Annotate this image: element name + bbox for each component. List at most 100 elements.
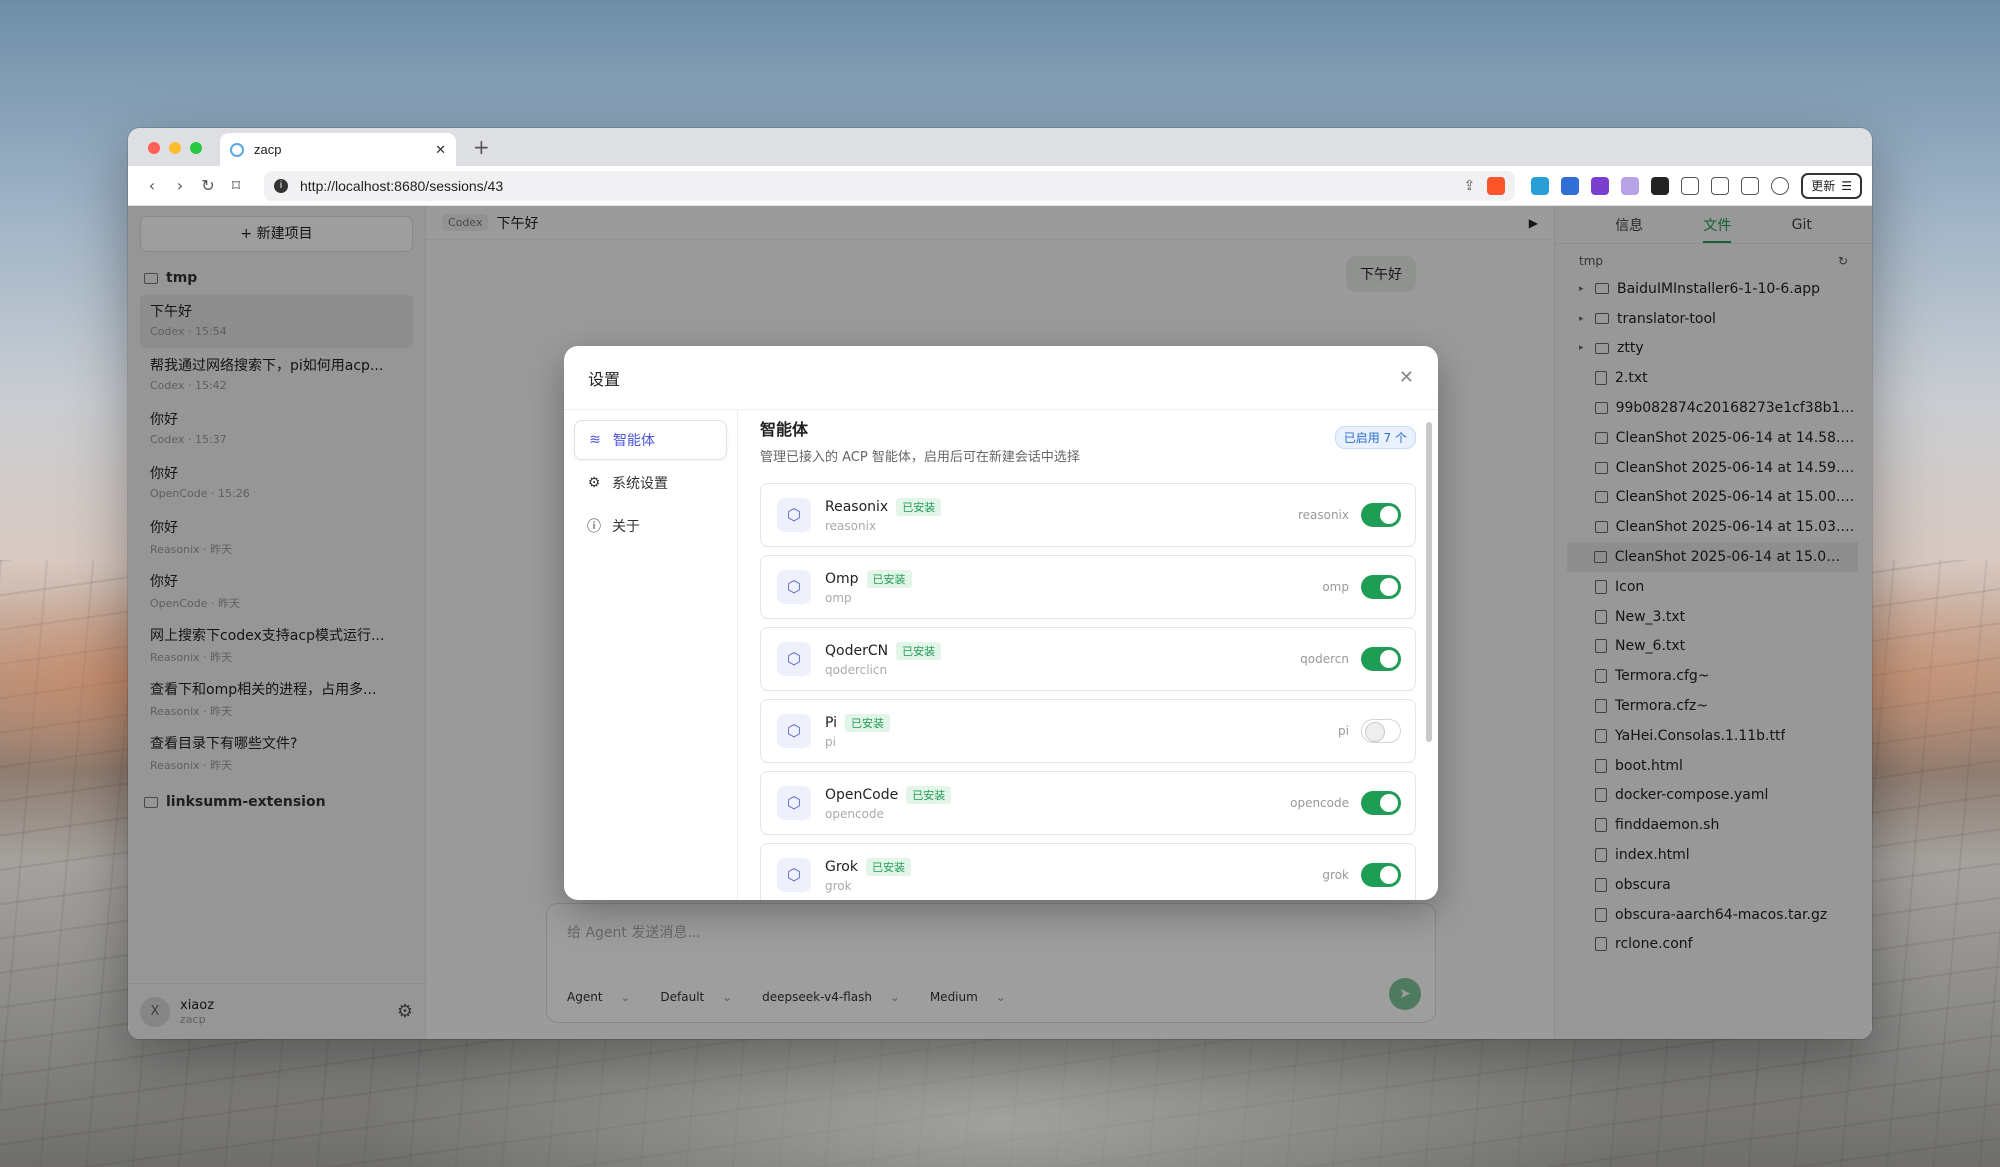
agent-enable-toggle[interactable] bbox=[1361, 719, 1401, 743]
gear-icon: ⚙ bbox=[587, 475, 601, 491]
window-controls bbox=[148, 142, 202, 154]
extension-z-icon[interactable] bbox=[1531, 176, 1550, 195]
agent-binary: grok bbox=[1322, 868, 1349, 882]
installed-badge: 已安装 bbox=[865, 857, 911, 876]
extension-translate-icon[interactable] bbox=[1621, 176, 1640, 195]
scrollbar[interactable] bbox=[1426, 422, 1432, 742]
agent-name: QoderCN bbox=[825, 642, 889, 659]
agent-binary: opencode bbox=[1290, 796, 1349, 810]
agent-name-row: Reasonix 已安装 bbox=[825, 497, 1298, 516]
agent-binary: omp bbox=[1322, 580, 1349, 594]
address-bar: ‹ › ↻ ⌑ i http://localhost:8680/sessions… bbox=[128, 166, 1872, 206]
agent-command: opencode bbox=[825, 806, 884, 821]
agent-enable-toggle[interactable] bbox=[1361, 791, 1401, 815]
share-icon[interactable]: ⇪ bbox=[1463, 177, 1475, 194]
nav-label: 系统设置 bbox=[612, 476, 668, 492]
extension-search-icon[interactable] bbox=[1711, 176, 1730, 195]
agent-card: ⬡ Pi 已安装 pi pi bbox=[760, 699, 1416, 763]
agent-enable-toggle[interactable] bbox=[1361, 863, 1401, 887]
modal-title: 设置 bbox=[588, 369, 621, 389]
close-icon[interactable]: ✕ bbox=[1399, 367, 1414, 388]
cube-icon: ⬡ bbox=[777, 858, 811, 892]
installed-badge: 已安装 bbox=[896, 641, 942, 660]
update-button[interactable]: 更新 ☰ bbox=[1801, 172, 1862, 199]
favicon-icon bbox=[230, 142, 244, 157]
agent-name-row: Grok 已安装 bbox=[825, 857, 1322, 876]
agent-name-row: QoderCN 已安装 bbox=[825, 641, 1300, 660]
agent-enable-toggle[interactable] bbox=[1361, 575, 1401, 599]
agent-card: ⬡ Reasonix 已安装 reasonix reasonix bbox=[760, 483, 1416, 547]
agent-info: OpenCode 已安装 opencode bbox=[825, 785, 1290, 821]
agent-enable-toggle[interactable] bbox=[1361, 503, 1401, 527]
agent-command: pi bbox=[825, 734, 836, 749]
browser-tab[interactable]: zacp ✕ bbox=[220, 133, 456, 166]
agent-card: ⬡ Grok 已安装 grok grok bbox=[760, 843, 1416, 900]
cube-icon: ⬡ bbox=[777, 786, 811, 820]
minimize-window-button[interactable] bbox=[169, 142, 181, 154]
nav-label: 关于 bbox=[612, 519, 640, 535]
tab-bar: zacp ✕ + bbox=[128, 128, 1872, 166]
agent-list: ⬡ Reasonix 已安装 reasonix reasonix ⬡ Omp 已安装 omp om… bbox=[760, 483, 1416, 900]
maximize-window-button[interactable] bbox=[190, 142, 202, 154]
extension-q-icon[interactable] bbox=[1561, 176, 1580, 195]
agent-command: qoderclicn bbox=[825, 662, 888, 677]
nav-agents[interactable]: ≋ 智能体 bbox=[574, 420, 727, 460]
agent-command: omp bbox=[825, 590, 852, 605]
cube-icon: ⬡ bbox=[777, 498, 811, 532]
agent-name: Pi bbox=[825, 714, 838, 731]
agent-info: Reasonix 已安装 reasonix bbox=[825, 497, 1298, 533]
agent-enable-toggle[interactable] bbox=[1361, 647, 1401, 671]
settings-nav: ≋ 智能体 ⚙ 系统设置 ⓘ 关于 bbox=[564, 410, 738, 900]
update-label: 更新 bbox=[1811, 179, 1836, 193]
url-field[interactable]: i http://localhost:8680/sessions/43 ⇪ bbox=[264, 170, 1516, 201]
agent-card: ⬡ OpenCode 已安装 opencode opencode bbox=[760, 771, 1416, 835]
bookmark-icon[interactable]: ⌑ bbox=[222, 176, 250, 195]
agent-name: Grok bbox=[825, 858, 858, 875]
agent-name-row: Omp 已安装 bbox=[825, 569, 1322, 588]
site-info-icon[interactable]: i bbox=[274, 178, 288, 193]
agent-name: Omp bbox=[825, 570, 859, 587]
extensions-toolbar bbox=[1531, 176, 1790, 195]
agent-info: Pi 已安装 pi bbox=[825, 713, 1338, 749]
agent-name: OpenCode bbox=[825, 786, 899, 803]
back-icon[interactable]: ‹ bbox=[138, 176, 166, 195]
agent-command: reasonix bbox=[825, 518, 877, 533]
agent-binary: reasonix bbox=[1297, 508, 1349, 522]
url-text: http://localhost:8680/sessions/43 bbox=[300, 177, 504, 194]
agent-name-row: OpenCode 已安装 bbox=[825, 785, 1290, 804]
agent-info: QoderCN 已安装 qoderclicn bbox=[825, 641, 1300, 677]
brave-shield-icon[interactable] bbox=[1487, 176, 1506, 195]
agent-card: ⬡ Omp 已安装 omp omp bbox=[760, 555, 1416, 619]
new-tab-button[interactable]: + bbox=[473, 135, 490, 159]
ai-sparkle-icon[interactable] bbox=[1771, 176, 1790, 195]
agent-info: Omp 已安装 omp bbox=[825, 569, 1322, 605]
enabled-count-badge: 已启用 7 个 bbox=[1334, 426, 1416, 449]
installed-badge: 已安装 bbox=[845, 713, 891, 732]
close-window-button[interactable] bbox=[148, 142, 160, 154]
forward-icon[interactable]: › bbox=[166, 176, 194, 195]
agent-card: ⬡ QoderCN 已安装 qoderclicn qodercn bbox=[760, 627, 1416, 691]
agent-info: Grok 已安装 grok bbox=[825, 857, 1322, 893]
installed-badge: 已安装 bbox=[896, 497, 942, 516]
settings-content: 智能体 管理已接入的 ACP 智能体，启用后可在新建会话中选择 已启用 7 个 … bbox=[738, 410, 1438, 900]
agent-name-row: Pi 已安装 bbox=[825, 713, 1338, 732]
extension-box-icon[interactable] bbox=[1651, 176, 1670, 195]
extensions-puzzle-icon[interactable] bbox=[1681, 176, 1700, 195]
close-tab-icon[interactable]: ✕ bbox=[435, 142, 446, 158]
sidebar-toggle-icon[interactable] bbox=[1741, 176, 1760, 195]
agent-binary: pi bbox=[1338, 724, 1349, 738]
reload-icon[interactable]: ↻ bbox=[194, 176, 222, 195]
nav-system-settings[interactable]: ⚙ 系统设置 bbox=[574, 463, 727, 503]
section-description: 管理已接入的 ACP 智能体，启用后可在新建会话中选择 bbox=[760, 450, 1080, 465]
info-icon: ⓘ bbox=[587, 519, 601, 535]
cube-icon: ⬡ bbox=[777, 642, 811, 676]
settings-modal: 设置 ✕ ≋ 智能体 ⚙ 系统设置 ⓘ 关于 智能体 管理已接入的 ACP 智能… bbox=[564, 346, 1438, 900]
modal-body: ≋ 智能体 ⚙ 系统设置 ⓘ 关于 智能体 管理已接入的 ACP 智能体，启用后… bbox=[564, 410, 1438, 900]
cube-icon: ⬡ bbox=[777, 714, 811, 748]
tab-title: zacp bbox=[254, 142, 282, 157]
section-header: 智能体 管理已接入的 ACP 智能体，启用后可在新建会话中选择 已启用 7 个 bbox=[760, 414, 1416, 465]
extension-link-icon[interactable] bbox=[1591, 176, 1610, 195]
agent-name: Reasonix bbox=[825, 498, 889, 515]
nav-about[interactable]: ⓘ 关于 bbox=[574, 506, 727, 546]
agent-command: grok bbox=[825, 878, 852, 893]
